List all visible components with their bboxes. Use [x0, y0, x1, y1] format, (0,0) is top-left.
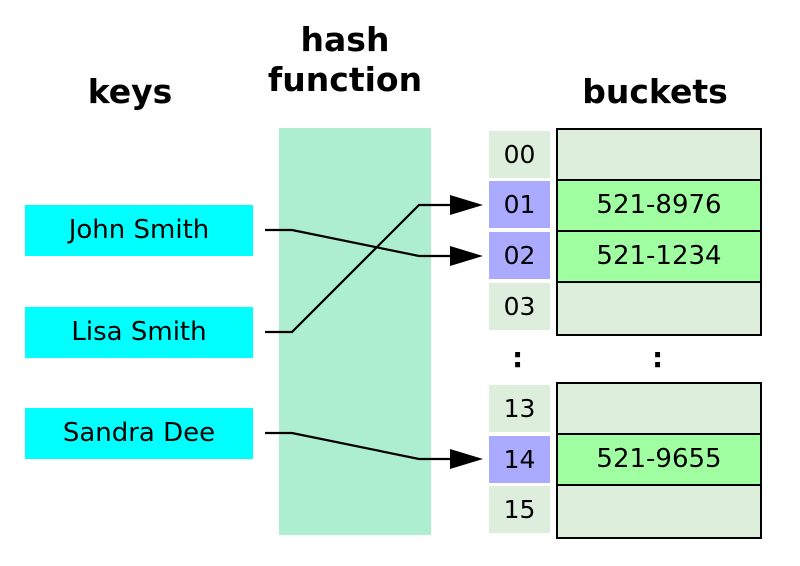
arrowhead-to-14: [450, 449, 483, 469]
arrowhead-to-02: [450, 246, 483, 266]
arrow-lisa-smith-to-01: [265, 203, 450, 334]
arrow-john-smith-to-02: [265, 228, 450, 258]
arrow-sandra-dee-to-14: [265, 431, 450, 461]
mapping-arrows: [265, 195, 483, 469]
arrowhead-to-01: [450, 195, 483, 215]
